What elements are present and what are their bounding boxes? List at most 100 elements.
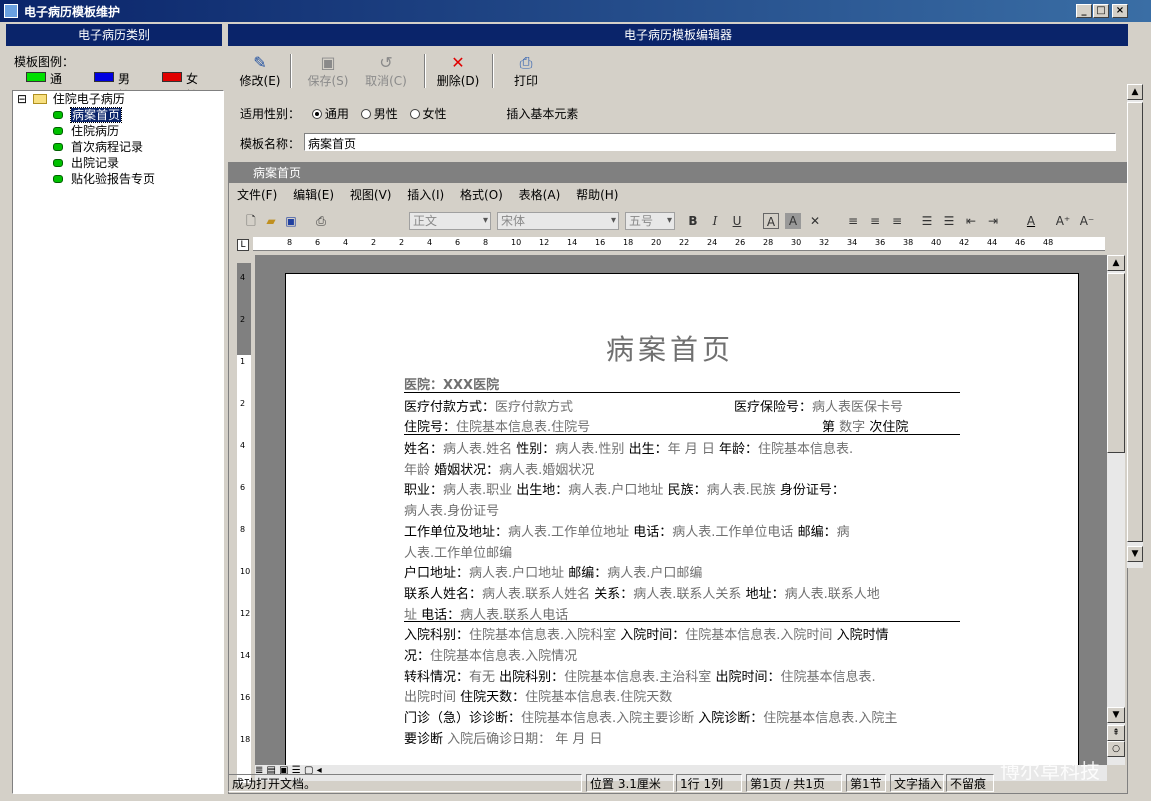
shrink-font-icon[interactable]: A⁻ [1079, 213, 1095, 229]
gender-female-radio[interactable]: 女性 [402, 107, 447, 121]
menu-view[interactable]: 视图(V) [350, 188, 392, 202]
font-border-icon[interactable]: A [763, 213, 779, 229]
ruler-tick: 10 [240, 567, 251, 576]
status-bar: 成功打开文档。 位置 3.1厘米 1行 1列 第1页 / 共1页 第1节 文字插… [228, 774, 1128, 794]
new-doc-icon[interactable]: 🗋 [243, 213, 259, 229]
print-icon[interactable]: ⎙ [313, 213, 329, 229]
print-button[interactable]: ⎙ 打印 [506, 54, 546, 90]
delete-button[interactable]: ✕ 删除(D) [432, 54, 484, 90]
align-left-icon[interactable]: ≡ [845, 213, 861, 229]
open-folder-icon[interactable]: ▰ [263, 213, 279, 229]
category-panel: 电子病历类别 模板图例： 通用 男性 女性 ⊟ 住院电子病历 病案首页 住院病历… [6, 24, 224, 796]
scroll-up-icon[interactable]: ▲ [1127, 84, 1143, 100]
tree-item-first-progress[interactable]: 首次病程记录 [53, 139, 143, 155]
tab-stop-button[interactable]: L [237, 239, 249, 251]
tree-item-admission-record[interactable]: 住院病历 [53, 123, 119, 139]
insert-element-link[interactable]: 插入基本元素 [506, 107, 578, 121]
tree-item-first-page[interactable]: 病案首页 [53, 107, 123, 123]
collapse-icon[interactable]: ⊟ [17, 92, 27, 106]
menu-format[interactable]: 格式(O) [460, 188, 503, 202]
menu-help[interactable]: 帮助(H) [576, 188, 618, 202]
ruler-tick: 34 [847, 238, 858, 247]
status-mode: 文字插入 [890, 774, 944, 792]
ruler-tick: 2 [240, 399, 246, 408]
ruler-tick: 40 [931, 238, 942, 247]
minimize-button[interactable]: _ [1076, 4, 1092, 18]
template-tree[interactable]: ⊟ 住院电子病历 病案首页 住院病历 首次病程记录 出院记录 贴化验报告专页 [12, 90, 224, 794]
document-line: 姓名：病人表.姓名 性别：病人表.性别 出生：年 月 日 年龄：住院基本信息表. [404, 438, 853, 457]
save-button[interactable]: ▣ 保存(S) [302, 54, 354, 90]
document-line: 病人表.身份证号 [404, 500, 499, 519]
scroll-down-icon[interactable]: ▼ [1107, 707, 1125, 723]
ruler-tick: 14 [567, 238, 578, 247]
underline-icon[interactable]: U [729, 213, 745, 229]
italic-icon[interactable]: I [707, 213, 723, 229]
menu-insert[interactable]: 插入(I) [407, 188, 444, 202]
grow-font-icon[interactable]: A⁺ [1055, 213, 1071, 229]
outdent-icon[interactable]: ⇤ [963, 213, 979, 229]
style-combo[interactable]: 正文 [409, 212, 491, 230]
superscript-icon[interactable]: ✕ [807, 213, 823, 229]
save-disk-icon[interactable]: ▣ [283, 213, 299, 229]
prev-page-icon[interactable]: ⇞ [1107, 725, 1125, 741]
field-label: 电话： [629, 524, 673, 540]
scroll-thumb[interactable] [1127, 102, 1143, 542]
window-vertical-scrollbar[interactable]: ▲ ▼ [1127, 84, 1143, 568]
tree-root[interactable]: ⊟ 住院电子病历 [17, 91, 125, 107]
tree-item-discharge-record[interactable]: 出院记录 [53, 155, 119, 171]
document-page[interactable]: 病案首页 医院：XXX医院 医疗付款方式：医疗付款方式 医疗保险号：病人表医保卡… [285, 273, 1079, 765]
field-placeholder: 病人表.性别 [555, 442, 625, 457]
template-general-icon [53, 111, 63, 119]
field-placeholder: 住院基本信息表.入院科室 [469, 628, 617, 644]
document-line: 出院时间 住院天数：住院基本信息表.住院天数 [404, 686, 672, 705]
ruler-tick: 10 [511, 238, 522, 247]
edit-button[interactable]: ✎ 修改(E) [236, 54, 284, 90]
menu-file[interactable]: 文件(F) [237, 188, 277, 202]
align-center-icon[interactable]: ≡ [867, 213, 883, 229]
template-name-input[interactable]: 病案首页 [304, 133, 1116, 151]
ruler-tick: 16 [240, 693, 251, 702]
ruler-tick: 4 [240, 273, 246, 282]
gender-label: 适用性别： [240, 107, 301, 121]
field-label: 转科情况： [404, 669, 470, 685]
field-placeholder: 人表.工作单位邮编 [404, 545, 513, 561]
menu-table[interactable]: 表格(A) [519, 188, 561, 202]
scroll-thumb[interactable] [1107, 273, 1125, 453]
menu-edit[interactable]: 编辑(E) [293, 188, 334, 202]
align-right-icon[interactable]: ≡ [889, 213, 905, 229]
horizontal-ruler[interactable]: 8 6 4 2 2 4 6 8 10 12 14 16 18 20 22 24 26 28 30 32 34 36 38 40… [253, 237, 1105, 251]
bullet-list-icon[interactable]: ☰ [941, 213, 957, 229]
ruler-tick: 24 [707, 238, 718, 247]
bold-icon[interactable]: B [685, 213, 701, 229]
gender-general-radio[interactable]: 通用 [304, 107, 349, 121]
font-color-icon[interactable]: A [1023, 213, 1039, 229]
document-vertical-scrollbar[interactable]: ▲ ▼ ⇞ ○ [1107, 255, 1125, 765]
field-placeholder: 病人表.户口地址 [469, 566, 565, 582]
indent-icon[interactable]: ⇥ [985, 213, 1001, 229]
tree-item-lab-report-page[interactable]: 贴化验报告专页 [53, 171, 155, 187]
ruler-tick: 44 [987, 238, 998, 247]
status-section: 第1节 [846, 774, 886, 792]
font-combo[interactable]: 宋体 [497, 212, 619, 230]
field-label: 出生地： [512, 483, 569, 499]
font-shade-icon[interactable]: A [785, 213, 801, 229]
size-combo[interactable]: 五号 [625, 212, 675, 230]
field-placeholder: 出院时间 [404, 690, 457, 706]
field-placeholder: 年龄 [404, 462, 431, 478]
vertical-ruler[interactable]: 4 2 1 2 4 6 8 10 12 14 16 18 [237, 263, 251, 783]
field-label: 出院时间： [711, 669, 781, 685]
select-browse-icon[interactable]: ○ [1107, 741, 1125, 757]
numbered-list-icon[interactable]: ☰ [919, 213, 935, 229]
field-label: 邮编： [564, 566, 608, 582]
maximize-button[interactable]: □ [1093, 4, 1109, 18]
template-general-icon [53, 175, 63, 183]
field-label: 入院时情 [832, 628, 889, 644]
ruler-tick: 2 [240, 315, 246, 324]
scroll-down-icon[interactable]: ▼ [1127, 546, 1143, 562]
gender-male-radio[interactable]: 男性 [353, 107, 398, 121]
ruler-tick: 4 [427, 238, 433, 247]
close-button[interactable]: × [1112, 4, 1128, 18]
toolbar-separator [424, 54, 426, 88]
scroll-up-icon[interactable]: ▲ [1107, 255, 1125, 271]
cancel-button[interactable]: ↺ 取消(C) [360, 54, 412, 90]
